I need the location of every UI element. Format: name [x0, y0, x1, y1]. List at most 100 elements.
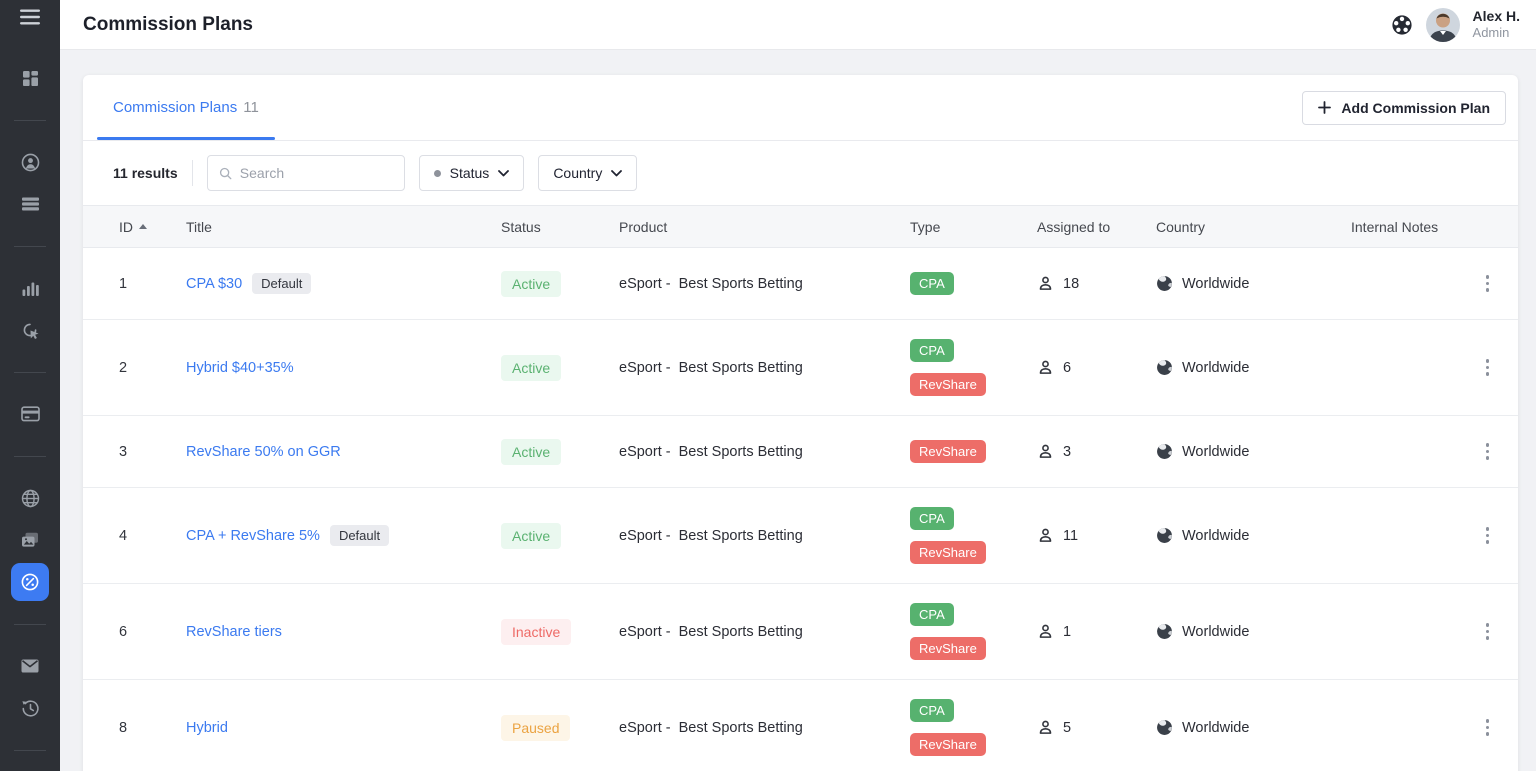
- sidebar-divider: [0, 99, 60, 141]
- status-dot-icon: [434, 170, 441, 177]
- type-badge-revshare: RevShare: [910, 541, 986, 564]
- plan-id: 3: [119, 444, 186, 460]
- table-body: 1 CPA $30 Default Active eSport - Best S…: [83, 248, 1518, 771]
- filters-row: 11 results Status Cou: [83, 141, 1518, 205]
- topbar-right: Alex H. Admin: [1391, 8, 1520, 42]
- sidebar-item-conversions[interactable]: [0, 309, 60, 351]
- country-label: Worldwide: [1182, 360, 1249, 376]
- status-cell: Inactive: [501, 619, 619, 645]
- column-header-product[interactable]: Product: [619, 219, 910, 235]
- column-header-internal-notes[interactable]: Internal Notes: [1351, 219, 1454, 235]
- search-icon: [219, 166, 232, 181]
- sidebar-item-dashboard[interactable]: [0, 57, 60, 99]
- globe-icon: [1156, 623, 1173, 640]
- creatives-icon: [11, 521, 49, 559]
- sports-ball-icon[interactable]: [1391, 14, 1413, 36]
- type-cell: CPARevShare: [910, 339, 1037, 396]
- assigned-to-cell: 5: [1037, 719, 1156, 736]
- country-cell: Worldwide: [1156, 359, 1351, 376]
- assigned-count: 5: [1063, 720, 1071, 736]
- country-label: Worldwide: [1182, 720, 1249, 736]
- assigned-count: 3: [1063, 444, 1071, 460]
- product-cell: eSport - Best Sports Betting: [619, 624, 910, 640]
- search-input[interactable]: [240, 165, 393, 181]
- sidebar-item-mail[interactable]: [0, 645, 60, 687]
- person-icon: [1037, 719, 1054, 736]
- type-badge-cpa: CPA: [910, 603, 954, 626]
- sidebar-item-statistics[interactable]: [0, 267, 60, 309]
- assigned-count: 1: [1063, 624, 1071, 640]
- plan-title-link[interactable]: Hybrid $40+35%: [186, 360, 294, 376]
- assigned-to-cell: 1: [1037, 623, 1156, 640]
- column-header-id[interactable]: ID: [119, 219, 186, 235]
- status-badge: Active: [501, 439, 561, 465]
- sidebar: [0, 0, 60, 771]
- plan-title-cell: RevShare 50% on GGR: [186, 444, 501, 460]
- plus-icon: [1318, 101, 1331, 114]
- row-actions-kebab-icon[interactable]: [1481, 437, 1495, 466]
- row-actions-kebab-icon[interactable]: [1481, 713, 1495, 742]
- assigned-to-cell: 3: [1037, 443, 1156, 460]
- user-info[interactable]: Alex H. Admin: [1473, 8, 1520, 42]
- person-icon: [1037, 275, 1054, 292]
- row-actions-kebab-icon[interactable]: [1481, 521, 1495, 550]
- plan-title-cell: RevShare tiers: [186, 624, 501, 640]
- column-header-type[interactable]: Type: [910, 219, 1037, 235]
- sidebar-item-list[interactable]: [0, 183, 60, 225]
- sidebar-divider: [0, 351, 60, 393]
- country-label: Worldwide: [1182, 444, 1249, 460]
- country-label: Worldwide: [1182, 276, 1249, 292]
- row-actions-kebab-icon[interactable]: [1481, 353, 1495, 382]
- person-icon: [1037, 443, 1054, 460]
- hamburger-menu-button[interactable]: [0, 0, 60, 33]
- sidebar-item-creatives[interactable]: [0, 519, 60, 561]
- sidebar-item-payments[interactable]: [0, 393, 60, 435]
- type-badge-cpa: CPA: [910, 507, 954, 530]
- conversions-icon: [11, 311, 49, 349]
- type-badge-revshare: RevShare: [910, 733, 986, 756]
- add-button-label: Add Commission Plan: [1341, 100, 1490, 116]
- status-cell: Active: [501, 439, 619, 465]
- add-commission-plan-button[interactable]: Add Commission Plan: [1302, 91, 1506, 125]
- type-badge-revshare: RevShare: [910, 637, 986, 660]
- avatar[interactable]: [1426, 8, 1460, 42]
- person-icon: [1037, 527, 1054, 544]
- country-filter-label: Country: [553, 165, 602, 181]
- sidebar-item-profile[interactable]: [0, 141, 60, 183]
- sidebar-item-commissions[interactable]: [0, 561, 60, 603]
- hamburger-icon: [19, 8, 41, 26]
- sidebar-item-history[interactable]: [0, 687, 60, 729]
- column-header-status[interactable]: Status: [501, 219, 619, 235]
- sidebar-divider: [0, 603, 60, 645]
- person-icon: [1037, 623, 1054, 640]
- plan-title-link[interactable]: RevShare 50% on GGR: [186, 444, 341, 460]
- plan-title-link[interactable]: RevShare tiers: [186, 624, 282, 640]
- column-header-assigned-to[interactable]: Assigned to: [1037, 219, 1156, 235]
- table-row: 1 CPA $30 Default Active eSport - Best S…: [83, 248, 1518, 320]
- row-actions-kebab-icon[interactable]: [1481, 617, 1495, 646]
- assigned-to-cell: 11: [1037, 527, 1156, 544]
- plan-title-link[interactable]: CPA + RevShare 5%: [186, 528, 320, 544]
- default-badge: Default: [330, 525, 389, 546]
- country-filter-dropdown[interactable]: Country: [538, 155, 637, 191]
- plan-title-link[interactable]: CPA $30: [186, 276, 242, 292]
- status-cell: Paused: [501, 715, 619, 741]
- country-label: Worldwide: [1182, 528, 1249, 544]
- globe-icon: [1156, 719, 1173, 736]
- search-box[interactable]: [207, 155, 405, 191]
- plan-title-link[interactable]: Hybrid: [186, 720, 228, 736]
- profile-icon: [11, 143, 49, 181]
- user-role: Admin: [1473, 25, 1520, 41]
- country-cell: Worldwide: [1156, 623, 1351, 640]
- list-icon: [11, 185, 49, 223]
- row-actions-kebab-icon[interactable]: [1481, 269, 1495, 298]
- column-header-country[interactable]: Country: [1156, 219, 1351, 235]
- sidebar-item-websites[interactable]: [0, 477, 60, 519]
- status-cell: Active: [501, 523, 619, 549]
- tab-commission-plans[interactable]: Commission Plans 11: [97, 75, 275, 140]
- column-header-title[interactable]: Title: [186, 219, 501, 235]
- type-badge-cpa: CPA: [910, 272, 954, 295]
- assigned-count: 18: [1063, 276, 1079, 292]
- status-filter-dropdown[interactable]: Status: [419, 155, 525, 191]
- table-row: 8 Hybrid Paused eSport - Best Sports Bet…: [83, 680, 1518, 771]
